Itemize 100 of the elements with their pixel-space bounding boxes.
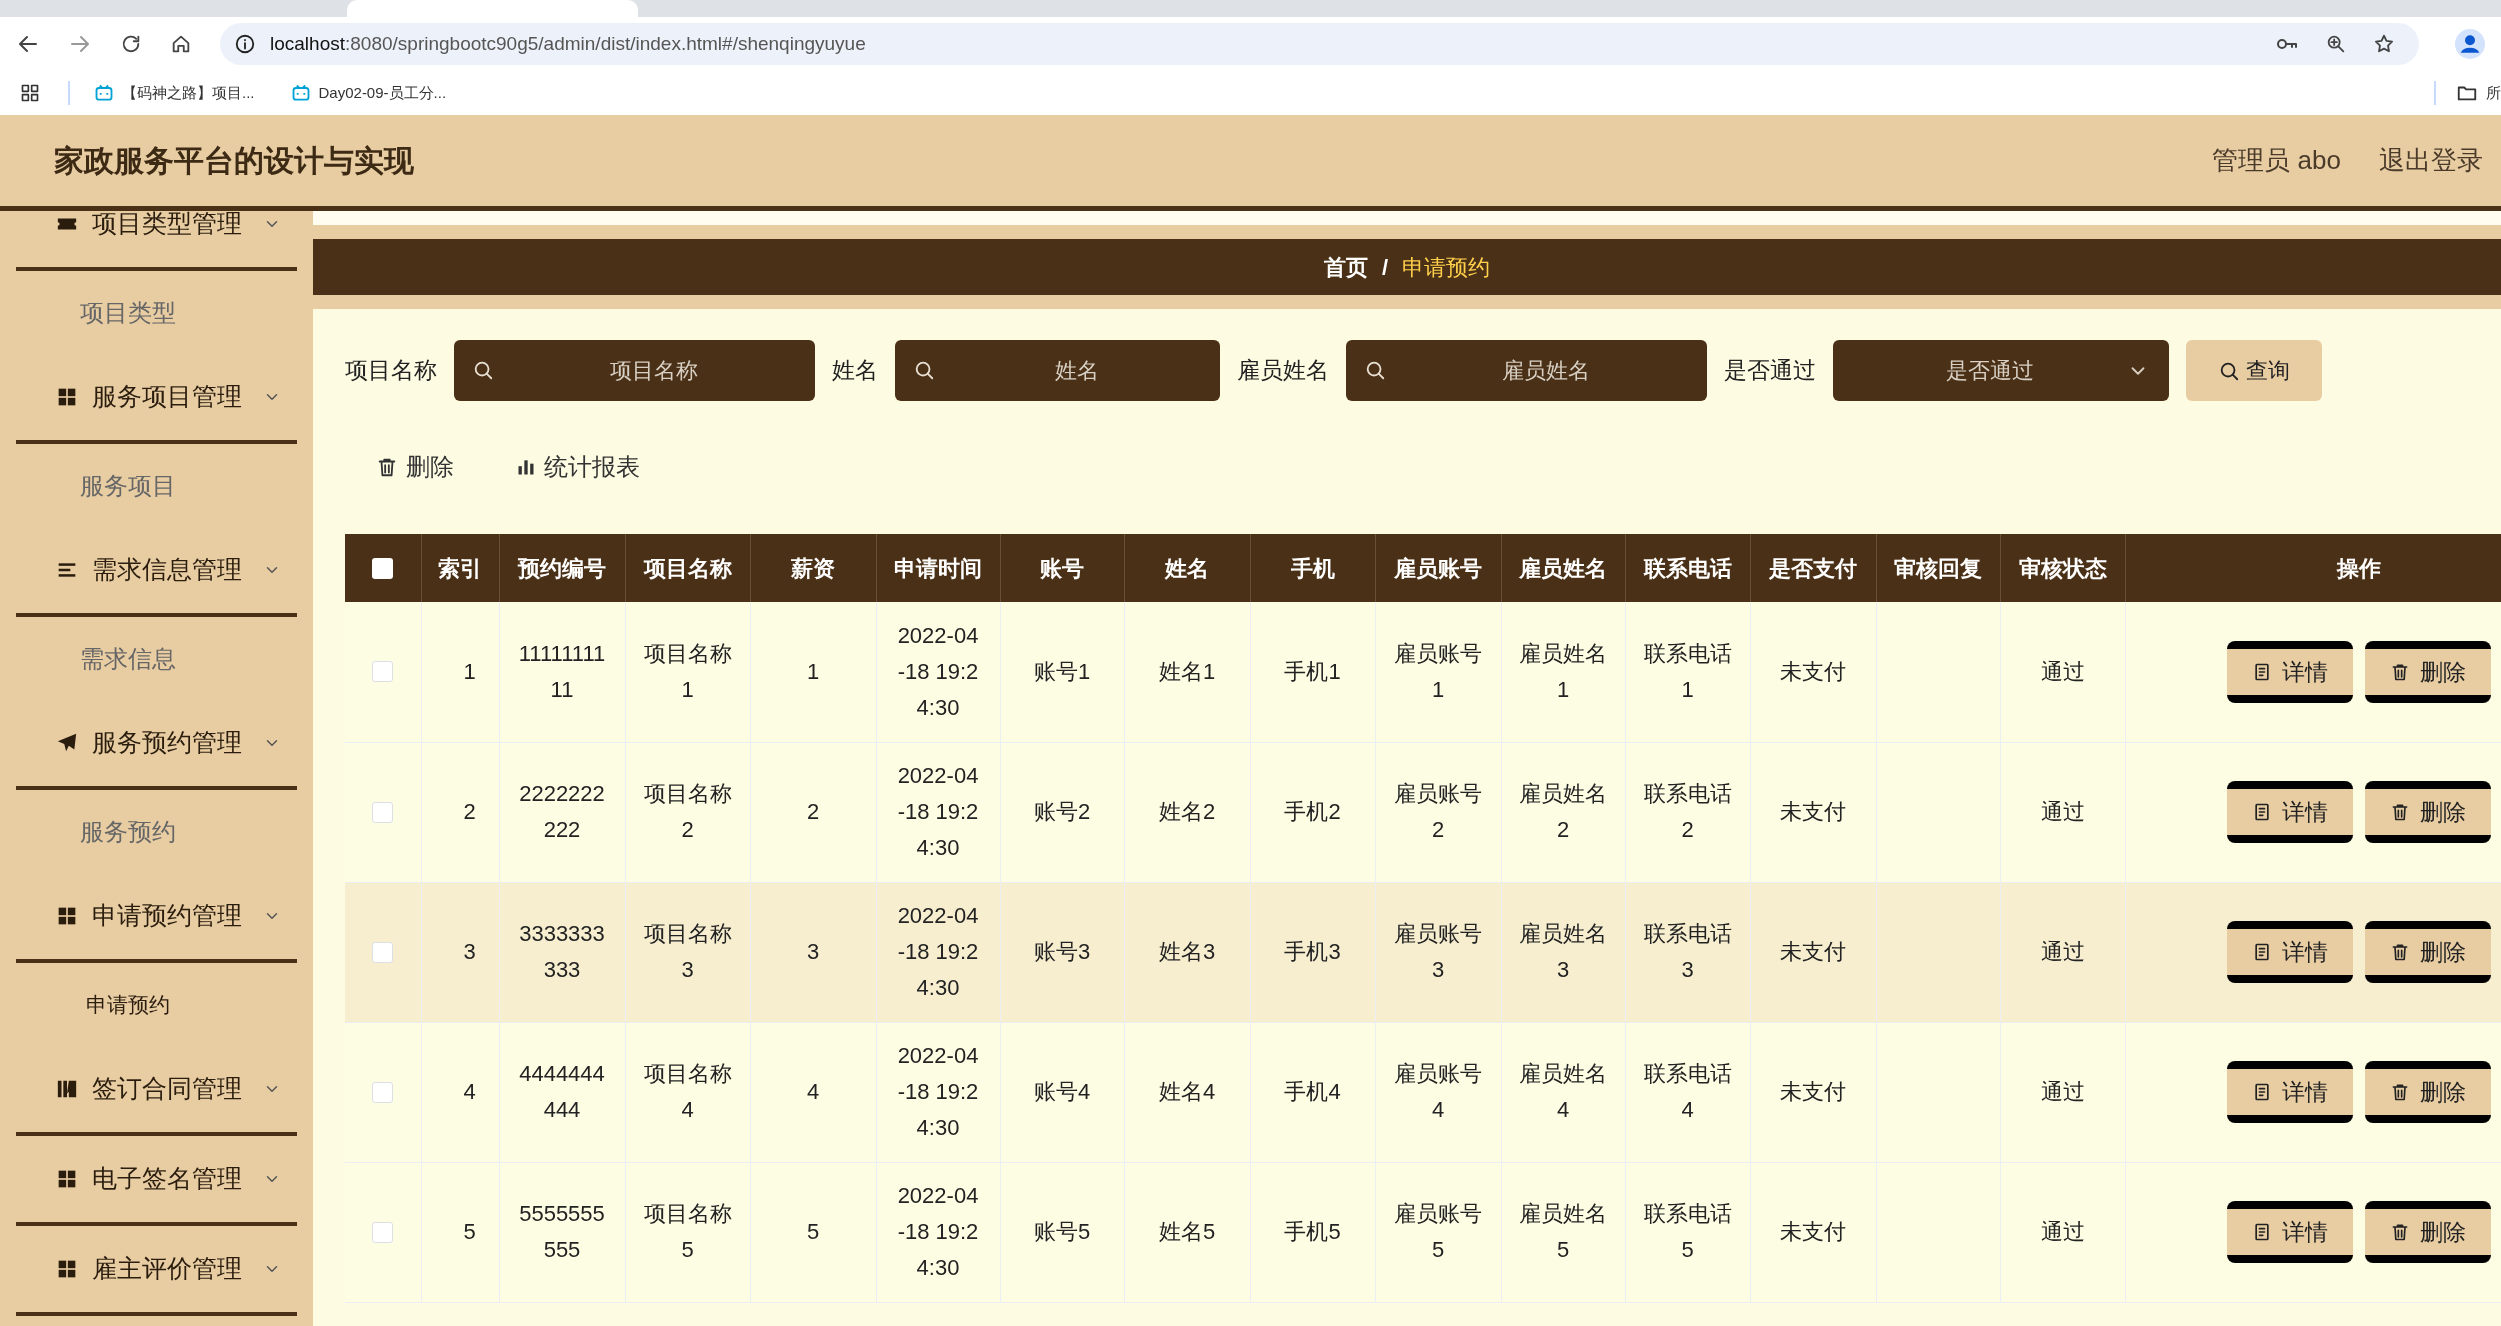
table-cell: 2222222222 [519, 781, 605, 842]
table-cell: 3 [806, 939, 820, 964]
sidebar-group[interactable]: 雇主评价管理 [16, 1226, 297, 1316]
table-cell: 联系电话4 [1643, 1061, 1732, 1122]
address-bar[interactable]: localhost:8080/springbootc90g5/admin/dist/index.html#/shenqingyuyue [220, 23, 2419, 65]
delete-button[interactable]: 删除 [2365, 781, 2492, 843]
table-cell: 账号2 [1033, 799, 1091, 824]
checkbox[interactable] [372, 941, 394, 963]
sidebar-group[interactable]: 申请预约管理 [16, 873, 297, 963]
sidebar-item[interactable]: 服务预约 [16, 790, 297, 873]
table-cell: 项目名称4 [643, 1061, 732, 1122]
sidebar-item[interactable]: 需求信息 [16, 617, 297, 700]
table-cell: 姓名5 [1158, 1219, 1216, 1244]
app-title: 家政服务平台的设计与实现 [54, 143, 414, 179]
delete-button[interactable]: 删除 [2365, 921, 2492, 983]
table-cell: 项目名称2 [643, 781, 732, 842]
sidebar-item[interactable]: 申请预约 [16, 963, 297, 1046]
table-cell: 2 [463, 799, 476, 824]
sidebar-group[interactable]: 需求信息管理 [16, 527, 297, 617]
table-cell: 通过 [2040, 1219, 2085, 1244]
browser-tab[interactable] [347, 0, 638, 17]
tv-icon [94, 83, 114, 103]
table-cell: 3 [463, 939, 476, 964]
select-field[interactable]: 是否通过 [1833, 340, 2169, 401]
table-row[interactable]: 4 4444444444 项目名称4 4 2022-04-18 19:24:30 账号4 姓名4 手机4 雇员账号4 雇员姓名4 联系电话4 未支付 通过 详情 删除 [345, 1022, 2501, 1162]
table-cell: 雇员姓名3 [1519, 921, 1607, 982]
search-icon [472, 359, 494, 381]
table-cell: 雇员账号4 [1394, 1061, 1482, 1122]
column-header: 索引 [438, 555, 482, 581]
detail-button[interactable]: 详情 [2227, 1201, 2354, 1263]
table-cell: 4 [806, 1079, 820, 1104]
table-cell: 联系电话1 [1643, 640, 1732, 702]
table-cell: 2 [806, 799, 820, 824]
table-cell: 2022-04-18 19:24:30 [897, 763, 979, 860]
detail-button[interactable]: 详情 [2227, 921, 2354, 983]
table-row[interactable]: 5 5555555555 项目名称5 5 2022-04-18 19:24:30 账号5 姓名5 手机5 雇员账号5 雇员姓名5 联系电话5 未支付 通过 详情 删除 [345, 1162, 2501, 1302]
table-row[interactable]: 1 1111111111 项目名称1 1 2022-04-18 19:24:30 账号1 姓名1 手机1 雇员账号1 雇员姓名1 联系电话1 未支付 通过 详情 删除 [345, 602, 2501, 742]
query-button[interactable]: 查询 [2186, 340, 2322, 401]
grid-icon [57, 387, 77, 407]
table-row[interactable]: 2 2222222222 项目名称2 2 2022-04-18 19:24:30 账号2 姓名2 手机2 雇员账号2 雇员姓名2 联系电话2 未支付 通过 详情 删除 [345, 742, 2501, 882]
table-cell: 未支付 [1780, 939, 1846, 964]
sidebar-item[interactable]: 服务项目 [16, 444, 297, 527]
table-cell: 未支付 [1780, 799, 1846, 824]
checkbox[interactable] [372, 801, 394, 823]
checkbox[interactable] [372, 661, 394, 683]
table-cell: 姓名1 [1158, 658, 1216, 684]
column-header: 操作 [2337, 555, 2381, 581]
sidebar-group[interactable]: 电子签名管理 [16, 1136, 297, 1226]
bookmark-folder[interactable]: 所 [2486, 81, 2501, 105]
table-cell: 联系电话2 [1643, 781, 1732, 842]
trash-icon [376, 456, 398, 478]
column-header: 预约编号 [518, 555, 606, 581]
breadcrumb-current: 申请预约 [1402, 253, 1491, 282]
sidebar-group[interactable]: 服务项目管理 [16, 354, 297, 444]
logout-link[interactable]: 退出登录 [2379, 141, 2483, 180]
table-cell: 1111111111 [518, 640, 606, 702]
table-cell: 联系电话3 [1643, 921, 1732, 982]
apps-grid-icon [20, 83, 40, 103]
checkbox[interactable] [372, 557, 394, 579]
table-cell: 未支付 [1780, 658, 1846, 684]
column-header: 审核回复 [1894, 555, 1982, 581]
search-icon [1364, 359, 1386, 381]
report-button[interactable]: 统计报表 [485, 442, 671, 492]
breadcrumb-link[interactable]: 首页 [1323, 250, 1368, 284]
search-field[interactable]: 姓名 [895, 340, 1220, 401]
table-cell: 账号3 [1033, 939, 1091, 964]
table-cell: 雇员账号2 [1394, 781, 1482, 842]
bookmark[interactable]: Day02-09-员工分... [286, 81, 451, 105]
column-header: 是否支付 [1769, 555, 1857, 581]
detail-button[interactable]: 详情 [2227, 640, 2354, 703]
detail-button[interactable]: 详情 [2227, 1061, 2354, 1123]
checkbox[interactable] [372, 1221, 394, 1243]
delete-button[interactable]: 删除 [2365, 640, 2492, 703]
delete-button[interactable]: 删除 [2365, 1061, 2492, 1123]
sidebar-item[interactable]: 项目类型 [16, 271, 297, 354]
sidebar-group[interactable]: 签订合同管理 [16, 1046, 297, 1136]
sidebar-group[interactable]: 项目类型管理 [16, 211, 297, 271]
detail-button[interactable]: 详情 [2227, 781, 2354, 843]
grid-icon [57, 906, 77, 926]
list-icon [57, 560, 77, 580]
column-header: 审核状态 [2018, 555, 2107, 581]
field-label: 雇员姓名 [1237, 356, 1329, 386]
delete-button[interactable]: 删除 [345, 442, 485, 492]
zoom-in-icon [2325, 33, 2347, 55]
profile-avatar-icon[interactable] [2455, 29, 2485, 59]
table-cell: 未支付 [1780, 1219, 1846, 1244]
table-cell: 5 [463, 1219, 476, 1244]
search-field[interactable]: 雇员姓名 [1346, 340, 1707, 401]
search-icon [913, 359, 935, 381]
sidebar-group[interactable]: 服务预约管理 [16, 700, 297, 790]
bar-chart-icon [516, 457, 536, 477]
table-cell: 2022-04-18 19:24:30 [897, 622, 979, 720]
search-field[interactable]: 项目名称 [454, 340, 815, 401]
delete-button[interactable]: 删除 [2365, 1201, 2492, 1263]
table-cell: 雇员姓名4 [1519, 1061, 1607, 1122]
table-cell: 项目名称3 [643, 921, 732, 982]
bookmark[interactable]: 【码神之路】项目... [90, 81, 259, 105]
table-row[interactable]: 3 3333333333 项目名称3 3 2022-04-18 19:24:30 账号3 姓名3 手机3 雇员账号3 雇员姓名3 联系电话3 未支付 通过 详情 删除 [345, 882, 2501, 1022]
column-header: 账号 [1040, 555, 1084, 581]
checkbox[interactable] [372, 1081, 394, 1103]
